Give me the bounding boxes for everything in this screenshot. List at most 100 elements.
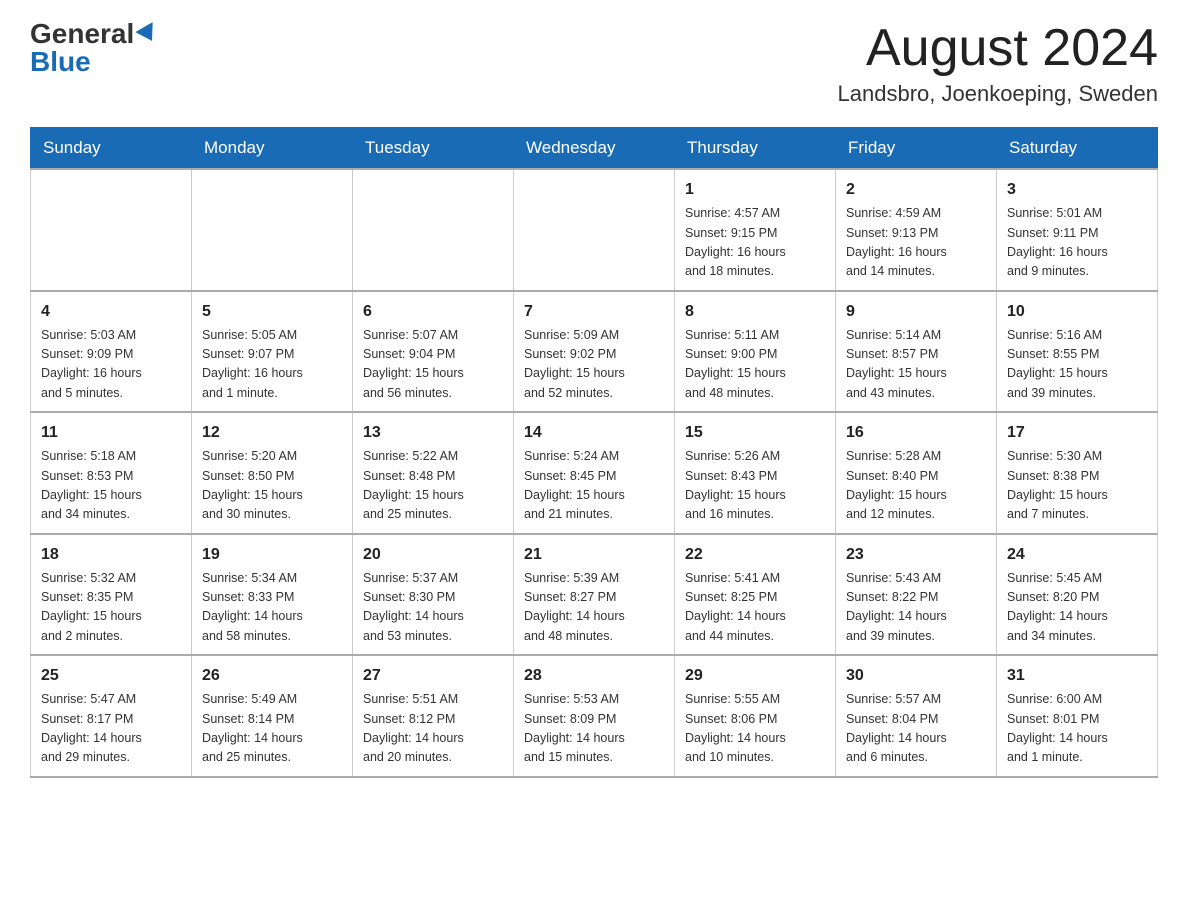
day-info: Sunrise: 5:28 AM Sunset: 8:40 PM Dayligh… [846,447,986,525]
day-number: 22 [685,543,825,567]
location-subtitle: Landsbro, Joenkoeping, Sweden [838,81,1158,107]
day-number: 19 [202,543,342,567]
logo-blue: Blue [30,48,91,76]
day-info: Sunrise: 5:24 AM Sunset: 8:45 PM Dayligh… [524,447,664,525]
calendar-cell: 7Sunrise: 5:09 AM Sunset: 9:02 PM Daylig… [514,291,675,413]
logo-general: General [30,20,134,48]
logo: General Blue [30,20,158,76]
calendar-cell: 5Sunrise: 5:05 AM Sunset: 9:07 PM Daylig… [192,291,353,413]
calendar-cell: 29Sunrise: 5:55 AM Sunset: 8:06 PM Dayli… [675,655,836,777]
calendar-cell: 21Sunrise: 5:39 AM Sunset: 8:27 PM Dayli… [514,534,675,656]
calendar-cell: 30Sunrise: 5:57 AM Sunset: 8:04 PM Dayli… [836,655,997,777]
day-info: Sunrise: 5:53 AM Sunset: 8:09 PM Dayligh… [524,690,664,768]
day-number: 7 [524,300,664,324]
calendar-cell: 15Sunrise: 5:26 AM Sunset: 8:43 PM Dayli… [675,412,836,534]
calendar-cell: 2Sunrise: 4:59 AM Sunset: 9:13 PM Daylig… [836,169,997,291]
calendar-cell: 16Sunrise: 5:28 AM Sunset: 8:40 PM Dayli… [836,412,997,534]
calendar-table: SundayMondayTuesdayWednesdayThursdayFrid… [30,127,1158,778]
day-number: 26 [202,664,342,688]
day-info: Sunrise: 5:41 AM Sunset: 8:25 PM Dayligh… [685,569,825,647]
calendar-cell: 24Sunrise: 5:45 AM Sunset: 8:20 PM Dayli… [997,534,1158,656]
calendar-week-row: 4Sunrise: 5:03 AM Sunset: 9:09 PM Daylig… [31,291,1158,413]
calendar-cell: 3Sunrise: 5:01 AM Sunset: 9:11 PM Daylig… [997,169,1158,291]
day-info: Sunrise: 5:26 AM Sunset: 8:43 PM Dayligh… [685,447,825,525]
day-number: 5 [202,300,342,324]
day-info: Sunrise: 5:57 AM Sunset: 8:04 PM Dayligh… [846,690,986,768]
day-info: Sunrise: 5:18 AM Sunset: 8:53 PM Dayligh… [41,447,181,525]
calendar-week-row: 11Sunrise: 5:18 AM Sunset: 8:53 PM Dayli… [31,412,1158,534]
day-info: Sunrise: 5:32 AM Sunset: 8:35 PM Dayligh… [41,569,181,647]
calendar-cell: 9Sunrise: 5:14 AM Sunset: 8:57 PM Daylig… [836,291,997,413]
day-info: Sunrise: 5:39 AM Sunset: 8:27 PM Dayligh… [524,569,664,647]
calendar-cell: 25Sunrise: 5:47 AM Sunset: 8:17 PM Dayli… [31,655,192,777]
day-number: 10 [1007,300,1147,324]
calendar-cell: 22Sunrise: 5:41 AM Sunset: 8:25 PM Dayli… [675,534,836,656]
col-header-sunday: Sunday [31,128,192,170]
calendar-cell: 6Sunrise: 5:07 AM Sunset: 9:04 PM Daylig… [353,291,514,413]
calendar-week-row: 25Sunrise: 5:47 AM Sunset: 8:17 PM Dayli… [31,655,1158,777]
col-header-monday: Monday [192,128,353,170]
day-info: Sunrise: 5:05 AM Sunset: 9:07 PM Dayligh… [202,326,342,404]
day-info: Sunrise: 4:59 AM Sunset: 9:13 PM Dayligh… [846,204,986,282]
day-number: 31 [1007,664,1147,688]
calendar-week-row: 1Sunrise: 4:57 AM Sunset: 9:15 PM Daylig… [31,169,1158,291]
calendar-cell: 12Sunrise: 5:20 AM Sunset: 8:50 PM Dayli… [192,412,353,534]
day-number: 28 [524,664,664,688]
day-number: 15 [685,421,825,445]
day-number: 12 [202,421,342,445]
col-header-wednesday: Wednesday [514,128,675,170]
col-header-thursday: Thursday [675,128,836,170]
calendar-cell: 23Sunrise: 5:43 AM Sunset: 8:22 PM Dayli… [836,534,997,656]
calendar-cell: 20Sunrise: 5:37 AM Sunset: 8:30 PM Dayli… [353,534,514,656]
day-info: Sunrise: 5:47 AM Sunset: 8:17 PM Dayligh… [41,690,181,768]
calendar-header-row: SundayMondayTuesdayWednesdayThursdayFrid… [31,128,1158,170]
day-number: 13 [363,421,503,445]
calendar-cell: 31Sunrise: 6:00 AM Sunset: 8:01 PM Dayli… [997,655,1158,777]
calendar-cell [353,169,514,291]
day-info: Sunrise: 6:00 AM Sunset: 8:01 PM Dayligh… [1007,690,1147,768]
calendar-cell: 28Sunrise: 5:53 AM Sunset: 8:09 PM Dayli… [514,655,675,777]
day-info: Sunrise: 5:22 AM Sunset: 8:48 PM Dayligh… [363,447,503,525]
day-number: 21 [524,543,664,567]
calendar-cell [31,169,192,291]
day-number: 4 [41,300,181,324]
calendar-cell: 4Sunrise: 5:03 AM Sunset: 9:09 PM Daylig… [31,291,192,413]
day-info: Sunrise: 5:14 AM Sunset: 8:57 PM Dayligh… [846,326,986,404]
day-number: 17 [1007,421,1147,445]
page-header: General Blue August 2024 Landsbro, Joenk… [30,20,1158,107]
calendar-cell: 14Sunrise: 5:24 AM Sunset: 8:45 PM Dayli… [514,412,675,534]
month-title: August 2024 [838,20,1158,77]
calendar-cell: 8Sunrise: 5:11 AM Sunset: 9:00 PM Daylig… [675,291,836,413]
day-number: 8 [685,300,825,324]
calendar-cell: 19Sunrise: 5:34 AM Sunset: 8:33 PM Dayli… [192,534,353,656]
day-info: Sunrise: 5:20 AM Sunset: 8:50 PM Dayligh… [202,447,342,525]
calendar-cell [192,169,353,291]
calendar-cell: 11Sunrise: 5:18 AM Sunset: 8:53 PM Dayli… [31,412,192,534]
calendar-cell: 17Sunrise: 5:30 AM Sunset: 8:38 PM Dayli… [997,412,1158,534]
calendar-cell: 26Sunrise: 5:49 AM Sunset: 8:14 PM Dayli… [192,655,353,777]
calendar-cell: 10Sunrise: 5:16 AM Sunset: 8:55 PM Dayli… [997,291,1158,413]
day-info: Sunrise: 5:07 AM Sunset: 9:04 PM Dayligh… [363,326,503,404]
calendar-week-row: 18Sunrise: 5:32 AM Sunset: 8:35 PM Dayli… [31,534,1158,656]
day-number: 25 [41,664,181,688]
day-number: 18 [41,543,181,567]
day-number: 24 [1007,543,1147,567]
calendar-cell: 13Sunrise: 5:22 AM Sunset: 8:48 PM Dayli… [353,412,514,534]
day-number: 9 [846,300,986,324]
day-number: 16 [846,421,986,445]
day-number: 30 [846,664,986,688]
day-number: 6 [363,300,503,324]
day-info: Sunrise: 5:43 AM Sunset: 8:22 PM Dayligh… [846,569,986,647]
day-number: 29 [685,664,825,688]
day-info: Sunrise: 5:16 AM Sunset: 8:55 PM Dayligh… [1007,326,1147,404]
day-info: Sunrise: 5:55 AM Sunset: 8:06 PM Dayligh… [685,690,825,768]
day-number: 11 [41,421,181,445]
day-info: Sunrise: 5:09 AM Sunset: 9:02 PM Dayligh… [524,326,664,404]
header-right: August 2024 Landsbro, Joenkoeping, Swede… [838,20,1158,107]
day-info: Sunrise: 5:49 AM Sunset: 8:14 PM Dayligh… [202,690,342,768]
day-info: Sunrise: 5:30 AM Sunset: 8:38 PM Dayligh… [1007,447,1147,525]
day-info: Sunrise: 4:57 AM Sunset: 9:15 PM Dayligh… [685,204,825,282]
col-header-saturday: Saturday [997,128,1158,170]
day-number: 20 [363,543,503,567]
day-number: 27 [363,664,503,688]
